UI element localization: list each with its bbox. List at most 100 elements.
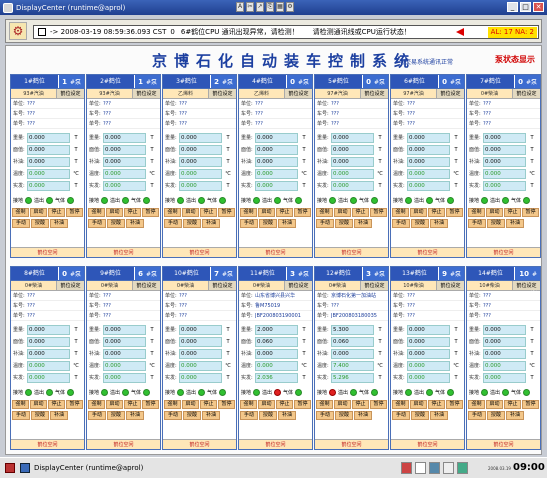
- pause-button[interactable]: 暂停: [294, 208, 311, 217]
- manual-button[interactable]: 手动: [164, 219, 182, 228]
- force-button[interactable]: 强制: [164, 400, 181, 409]
- pause-button[interactable]: 暂停: [370, 400, 387, 409]
- bay-setting-button[interactable]: 鹤位设定: [436, 89, 464, 98]
- start-icon[interactable]: [5, 463, 15, 473]
- stop-button[interactable]: 停止: [428, 400, 445, 409]
- force-button[interactable]: 强制: [468, 400, 485, 409]
- refuel-button[interactable]: 补油: [430, 219, 448, 228]
- pause-button[interactable]: 暂停: [218, 400, 235, 409]
- start-button[interactable]: 启动: [30, 400, 47, 409]
- stop-button[interactable]: 停止: [428, 208, 445, 217]
- bay-setting-button[interactable]: 鹤位设定: [284, 281, 312, 290]
- force-button[interactable]: 强制: [12, 400, 29, 409]
- start-button[interactable]: 启动: [486, 208, 503, 217]
- manual-button[interactable]: 手动: [240, 219, 258, 228]
- stop-button[interactable]: 停止: [504, 400, 521, 409]
- arrow-icon[interactable]: ↗: [256, 2, 264, 12]
- manual-button[interactable]: 手动: [164, 411, 182, 420]
- start-button[interactable]: 启动: [410, 208, 427, 217]
- confirm-button[interactable]: 授酸: [335, 411, 353, 420]
- start-button[interactable]: 启动: [182, 208, 199, 217]
- bay-name[interactable]: 13#鹤位: [391, 267, 438, 280]
- bay-name[interactable]: 14#鹤位: [467, 267, 514, 280]
- pause-button[interactable]: 暂停: [218, 208, 235, 217]
- pause-button[interactable]: 暂停: [66, 208, 83, 217]
- bay-name[interactable]: 7#鹤位: [467, 75, 514, 88]
- stop-button[interactable]: 停止: [48, 208, 65, 217]
- confirm-button[interactable]: 授酸: [107, 219, 125, 228]
- start-button[interactable]: 启动: [258, 400, 275, 409]
- bay-setting-button[interactable]: 鹤位设定: [208, 89, 236, 98]
- manual-button[interactable]: 手动: [316, 411, 334, 420]
- manual-button[interactable]: 手动: [240, 411, 258, 420]
- pause-button[interactable]: 暂停: [66, 400, 83, 409]
- pause-button[interactable]: 暂停: [446, 400, 463, 409]
- refuel-button[interactable]: 补油: [202, 411, 220, 420]
- bay-name[interactable]: 6#鹤位: [391, 75, 438, 88]
- stop-button[interactable]: 停止: [352, 400, 369, 409]
- cut-icon[interactable]: ✂: [246, 2, 254, 12]
- bay-name[interactable]: 1#鹤位: [11, 75, 58, 88]
- bay-name[interactable]: 8#鹤位: [11, 267, 58, 280]
- bay-name[interactable]: 4#鹤位: [239, 75, 286, 88]
- force-button[interactable]: 强制: [164, 208, 181, 217]
- stop-button[interactable]: 停止: [200, 400, 217, 409]
- tray-window-icon[interactable]: [415, 462, 426, 474]
- display-center-icon[interactable]: [20, 463, 30, 473]
- confirm-button[interactable]: 授酸: [487, 411, 505, 420]
- start-button[interactable]: 启动: [334, 400, 351, 409]
- start-button[interactable]: 启动: [106, 208, 123, 217]
- manual-button[interactable]: 手动: [468, 411, 486, 420]
- bay-setting-button[interactable]: 鹤位设定: [512, 281, 540, 290]
- confirm-button[interactable]: 授酸: [183, 219, 201, 228]
- force-button[interactable]: 强制: [392, 208, 409, 217]
- manual-button[interactable]: 手动: [392, 411, 410, 420]
- stop-button[interactable]: 停止: [352, 208, 369, 217]
- start-button[interactable]: 启动: [258, 208, 275, 217]
- force-button[interactable]: 强制: [468, 208, 485, 217]
- tray-app-icon[interactable]: [401, 462, 412, 474]
- force-button[interactable]: 强制: [316, 400, 333, 409]
- start-button[interactable]: 启动: [410, 400, 427, 409]
- refuel-button[interactable]: 补油: [430, 411, 448, 420]
- confirm-button[interactable]: 授酸: [31, 411, 49, 420]
- confirm-button[interactable]: 授酸: [107, 411, 125, 420]
- start-button[interactable]: 启动: [334, 208, 351, 217]
- pause-button[interactable]: 暂停: [446, 208, 463, 217]
- stop-button[interactable]: 停止: [124, 400, 141, 409]
- refuel-button[interactable]: 补油: [506, 411, 524, 420]
- refuel-button[interactable]: 补油: [278, 411, 296, 420]
- maximize-button[interactable]: □: [520, 2, 531, 12]
- bay-name[interactable]: 10#鹤位: [163, 267, 210, 280]
- refuel-button[interactable]: 补油: [354, 219, 372, 228]
- confirm-button[interactable]: 授酸: [31, 219, 49, 228]
- bay-setting-button[interactable]: 鹤位设定: [208, 281, 236, 290]
- bay-setting-button[interactable]: 鹤位设定: [284, 89, 312, 98]
- pause-button[interactable]: 暂停: [522, 400, 539, 409]
- confirm-button[interactable]: 授酸: [183, 411, 201, 420]
- settings-icon[interactable]: ⚙: [286, 2, 294, 12]
- tray-document-icon[interactable]: [443, 462, 454, 474]
- confirm-button[interactable]: 授酸: [335, 219, 353, 228]
- stop-button[interactable]: 停止: [504, 208, 521, 217]
- stop-button[interactable]: 停止: [276, 208, 293, 217]
- pause-button[interactable]: 暂停: [522, 208, 539, 217]
- confirm-button[interactable]: 授酸: [487, 219, 505, 228]
- taskbar-app-label[interactable]: DisplayCenter (runtime@aprol): [34, 464, 143, 472]
- bay-setting-button[interactable]: 鹤位设定: [360, 281, 388, 290]
- stop-button[interactable]: 停止: [276, 400, 293, 409]
- pump-status-button[interactable]: 泵状态显示: [495, 54, 535, 65]
- pause-button[interactable]: 暂停: [142, 400, 159, 409]
- bay-setting-button[interactable]: 鹤位设定: [132, 89, 160, 98]
- bay-name[interactable]: 12#鹤位: [315, 267, 362, 280]
- stop-button[interactable]: 停止: [200, 208, 217, 217]
- manual-button[interactable]: 手动: [12, 219, 30, 228]
- stop-button[interactable]: 停止: [48, 400, 65, 409]
- tray-network-icon[interactable]: [457, 462, 468, 474]
- alarm-line[interactable]: -> 2008-03-19 08:59:36.093 CST 0 6#鹤位CPU…: [33, 25, 539, 39]
- confirm-button[interactable]: 授酸: [411, 411, 429, 420]
- force-button[interactable]: 强制: [88, 208, 105, 217]
- force-button[interactable]: 强制: [240, 208, 257, 217]
- grid-icon[interactable]: ▦: [276, 2, 284, 12]
- bay-setting-button[interactable]: 鹤位设定: [512, 89, 540, 98]
